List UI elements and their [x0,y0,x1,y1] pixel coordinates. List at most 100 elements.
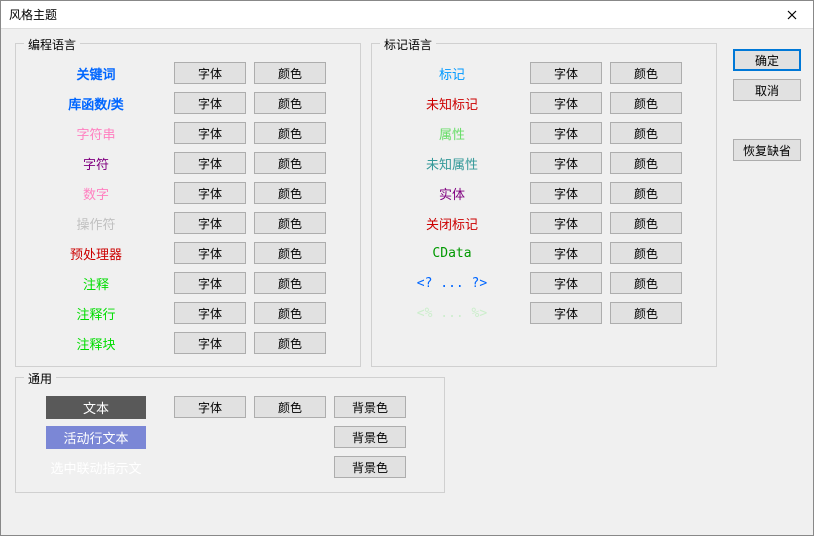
markup-row: 未知标记字体颜色 [382,88,706,118]
dialog-window: 风格主题 编程语言 关键词字体颜色库函数/类字体颜色字符串字体颜色字符字体颜色数… [0,0,814,536]
markup-font-button[interactable]: 字体 [530,212,602,234]
window-title: 风格主题 [9,6,57,23]
markup-item-label: 标记 [382,64,522,83]
prog-font-button[interactable]: 字体 [174,182,246,204]
markup-color-button[interactable]: 颜色 [610,272,682,294]
general-item-label-wrap: 活动行文本 [26,426,166,449]
markup-row: 标记字体颜色 [382,58,706,88]
prog-item-label: 注释 [26,274,166,293]
prog-item-label: 字符 [26,154,166,173]
markup-color-button[interactable]: 颜色 [610,122,682,144]
markup-item-label: 未知标记 [382,94,522,113]
markup-row: <% ... %> 字体颜色 [382,298,706,328]
prog-font-button[interactable]: 字体 [174,272,246,294]
general-bgcolor-button[interactable]: 背景色 [334,456,406,478]
prog-font-button[interactable]: 字体 [174,332,246,354]
markup-item-label: 关闭标记 [382,214,522,233]
prog-row: 数字字体颜色 [26,178,350,208]
markup-color-button[interactable]: 颜色 [610,62,682,84]
prog-item-label: 数字 [26,184,166,203]
group-markup: 标记语言 标记字体颜色未知标记字体颜色属性字体颜色未知属性字体颜色实体字体颜色关… [371,43,717,367]
markup-color-button[interactable]: 颜色 [610,152,682,174]
prog-color-button[interactable]: 颜色 [254,152,326,174]
markup-row: CData 字体颜色 [382,238,706,268]
prog-item-label: 预处理器 [26,244,166,263]
prog-row: 字符串字体颜色 [26,118,350,148]
markup-item-label: 实体 [382,184,522,203]
markup-font-button[interactable]: 字体 [530,122,602,144]
prog-item-label: 字符串 [26,124,166,143]
general-bgcolor-button[interactable]: 背景色 [334,426,406,448]
prog-color-button[interactable]: 颜色 [254,332,326,354]
markup-item-label: <? ... ?> [382,276,522,291]
prog-row: 注释行字体颜色 [26,298,350,328]
prog-font-button[interactable]: 字体 [174,62,246,84]
ok-button[interactable]: 确定 [733,49,801,71]
markup-row: 关闭标记字体颜色 [382,208,706,238]
markup-font-button[interactable]: 字体 [530,242,602,264]
prog-item-label: 操作符 [26,214,166,233]
group-programming: 编程语言 关键词字体颜色库函数/类字体颜色字符串字体颜色字符字体颜色数字字体颜色… [15,43,361,367]
prog-font-button[interactable]: 字体 [174,302,246,324]
titlebar: 风格主题 [1,1,813,29]
markup-color-button[interactable]: 颜色 [610,212,682,234]
prog-row: 库函数/类字体颜色 [26,88,350,118]
markup-item-label: CData [382,246,522,261]
restore-defaults-button[interactable]: 恢复缺省 [733,139,801,161]
general-font-button[interactable]: 字体 [174,396,246,418]
prog-color-button[interactable]: 颜色 [254,122,326,144]
general-item-label: 文本 [46,396,146,419]
prog-font-button[interactable]: 字体 [174,92,246,114]
general-row: 活动行文本 背景色 [26,422,434,452]
cancel-button[interactable]: 取消 [733,79,801,101]
markup-font-button[interactable]: 字体 [530,302,602,324]
prog-font-button[interactable]: 字体 [174,152,246,174]
prog-font-button[interactable]: 字体 [174,122,246,144]
prog-color-button[interactable]: 颜色 [254,302,326,324]
prog-row: 注释块字体颜色 [26,328,350,358]
markup-item-label: 属性 [382,124,522,143]
prog-color-button[interactable]: 颜色 [254,182,326,204]
general-color-button[interactable]: 颜色 [254,396,326,418]
prog-color-button[interactable]: 颜色 [254,62,326,84]
markup-font-button[interactable]: 字体 [530,92,602,114]
close-button[interactable] [771,1,813,29]
general-item-label: 活动行文本 [46,426,146,449]
prog-color-button[interactable]: 颜色 [254,242,326,264]
general-row: 文本 字体颜色背景色 [26,392,434,422]
general-bgcolor-button[interactable]: 背景色 [334,396,406,418]
prog-row: 字符字体颜色 [26,148,350,178]
markup-row: <? ... ?> 字体颜色 [382,268,706,298]
markup-row: 实体字体颜色 [382,178,706,208]
prog-color-button[interactable]: 颜色 [254,212,326,234]
group-general-title: 通用 [24,370,56,387]
group-markup-title: 标记语言 [380,36,436,53]
prog-row: 操作符字体颜色 [26,208,350,238]
prog-font-button[interactable]: 字体 [174,212,246,234]
markup-color-button[interactable]: 颜色 [610,242,682,264]
general-item-label: 选中联动指示文 [46,456,146,479]
prog-row: 关键词字体颜色 [26,58,350,88]
markup-font-button[interactable]: 字体 [530,272,602,294]
markup-row: 未知属性字体颜色 [382,148,706,178]
markup-font-button[interactable]: 字体 [530,182,602,204]
prog-item-label: 注释行 [26,304,166,323]
markup-color-button[interactable]: 颜色 [610,302,682,324]
general-item-label-wrap: 选中联动指示文 [26,456,166,479]
prog-color-button[interactable]: 颜色 [254,272,326,294]
general-row: 选中联动指示文 背景色 [26,452,434,482]
prog-font-button[interactable]: 字体 [174,242,246,264]
prog-item-label: 库函数/类 [26,94,166,113]
dialog-body: 编程语言 关键词字体颜色库函数/类字体颜色字符串字体颜色字符字体颜色数字字体颜色… [1,29,813,535]
prog-color-button[interactable]: 颜色 [254,92,326,114]
markup-font-button[interactable]: 字体 [530,152,602,174]
markup-color-button[interactable]: 颜色 [610,182,682,204]
markup-item-label: <% ... %> [382,306,522,321]
markup-font-button[interactable]: 字体 [530,62,602,84]
prog-item-label: 关键词 [26,64,166,83]
general-item-label-wrap: 文本 [26,396,166,419]
markup-color-button[interactable]: 颜色 [610,92,682,114]
prog-row: 注释字体颜色 [26,268,350,298]
markup-item-label: 未知属性 [382,154,522,173]
prog-row: 预处理器字体颜色 [26,238,350,268]
